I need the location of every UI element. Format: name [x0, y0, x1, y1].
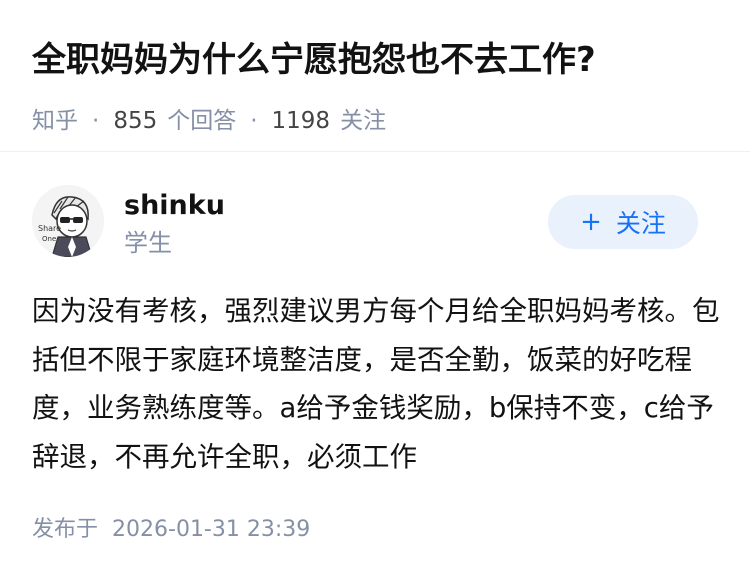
answers-count: 855 — [113, 108, 158, 134]
question-title[interactable]: 全职妈妈为什么宁愿抱怨也不去工作? — [32, 36, 718, 84]
author-row: Share One shinku 学生 + 关注 — [0, 152, 750, 282]
answers-label[interactable]: 个回答 — [167, 106, 236, 136]
author-role: 学生 — [124, 229, 172, 257]
svg-text:Share: Share — [38, 224, 61, 233]
published-time: 2026-01-31 23:39 — [112, 517, 311, 542]
avatar[interactable]: Share One — [32, 185, 104, 257]
followers-count: 1198 — [271, 108, 331, 134]
source-label[interactable]: 知乎 — [32, 106, 78, 136]
follow-label: 关注 — [615, 209, 666, 238]
plus-icon: + — [580, 207, 602, 237]
separator-dot: · — [250, 108, 258, 134]
author-name[interactable]: shinku — [124, 188, 225, 224]
follow-button[interactable]: + 关注 — [548, 195, 698, 249]
publish-info: 发布于 2026-01-31 23:39 — [32, 514, 310, 546]
svg-text:One: One — [42, 235, 56, 243]
cartoon-avatar-icon: Share One — [32, 185, 104, 257]
answer-content: 因为没有考核，强烈建议男方每个月给全职妈妈考核。包括但不限于家庭环境整洁度，是否… — [32, 295, 720, 473]
question-header: 全职妈妈为什么宁愿抱怨也不去工作? 知乎 · 855 个回答 · 1198 关注 — [0, 0, 750, 152]
published-label: 发布于 — [32, 517, 99, 542]
question-meta: 知乎 · 855 个回答 · 1198 关注 — [32, 106, 718, 136]
separator-dot: · — [92, 108, 100, 134]
followers-label[interactable]: 关注 — [340, 106, 386, 136]
